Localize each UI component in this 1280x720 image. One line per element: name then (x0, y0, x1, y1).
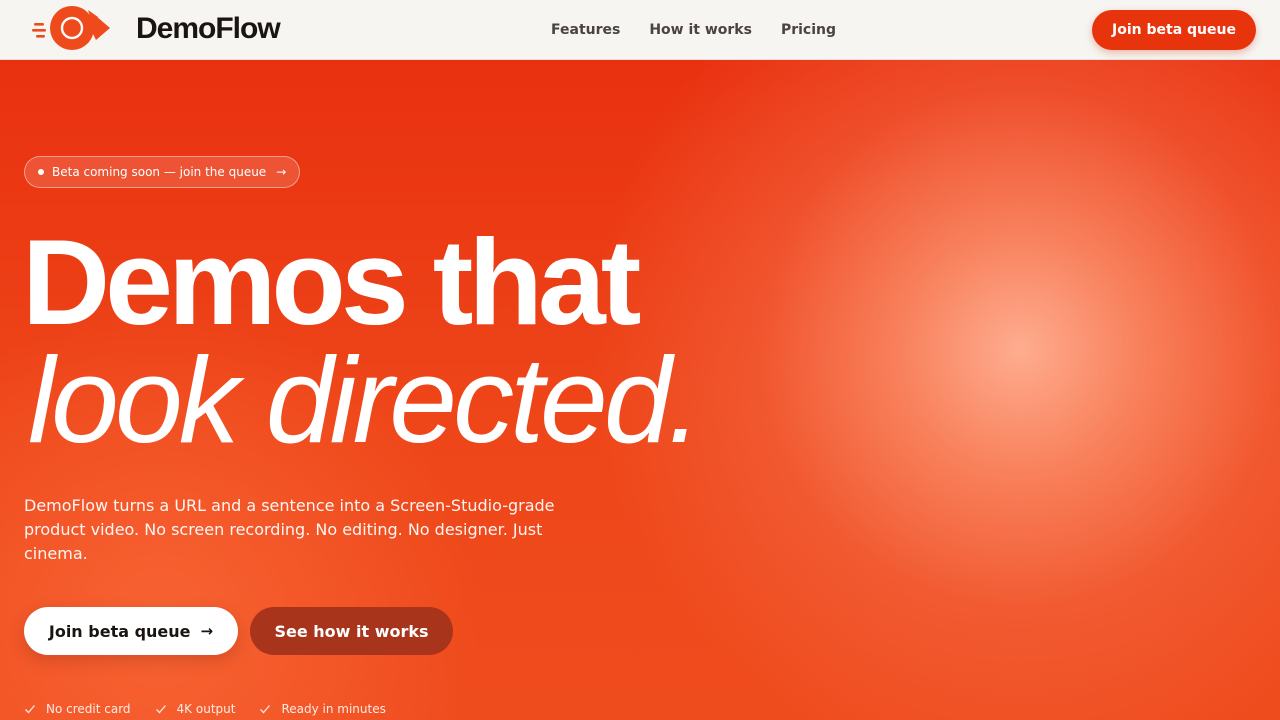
hero-subtitle: DemoFlow turns a URL and a sentence into… (24, 496, 555, 563)
join-beta-label: Join beta queue (48, 621, 191, 641)
hero-section: Beta coming soon — join the queue → Demo… (0, 60, 1280, 720)
check-item: Ready in minutes (259, 701, 386, 717)
nav-link-features[interactable]: Features (551, 20, 620, 40)
feature-checks: No credit card 4K output Ready in minute… (24, 701, 410, 717)
check-label: Ready in minutes (281, 702, 386, 716)
check-icon (260, 705, 271, 714)
beta-badge[interactable]: Beta coming soon — join the queue → (24, 156, 300, 188)
logo-icon[interactable] (32, 4, 112, 52)
arrow-right-icon: → (276, 165, 287, 179)
nav-link-pricing[interactable]: Pricing (781, 20, 836, 40)
beta-badge-label: Beta coming soon — join the queue (52, 165, 267, 179)
check-item: No credit card (24, 701, 131, 717)
arrow-right-icon: → (200, 622, 214, 640)
top-navbar: DemoFlow Features How it works Pricing J… (0, 0, 1280, 60)
check-icon (25, 705, 35, 714)
dot-icon (38, 169, 44, 175)
check-label: No credit card (46, 702, 131, 716)
headline-line-2: look directed. (28, 332, 702, 468)
nav-join-beta-button[interactable]: Join beta queue (1092, 10, 1256, 50)
check-item: 4K output (155, 701, 236, 717)
brand-name[interactable]: DemoFlow (136, 11, 281, 47)
check-icon (155, 705, 166, 714)
nav-link-how-it-works[interactable]: How it works (649, 20, 752, 40)
check-label: 4K output (176, 702, 236, 716)
nav-links: Features How it works Pricing (551, 20, 865, 40)
see-how-it-works-button[interactable]: See how it works (250, 607, 453, 655)
join-beta-button[interactable]: Join beta queue → (24, 607, 238, 655)
headline-line-1: Demos that (22, 214, 641, 350)
